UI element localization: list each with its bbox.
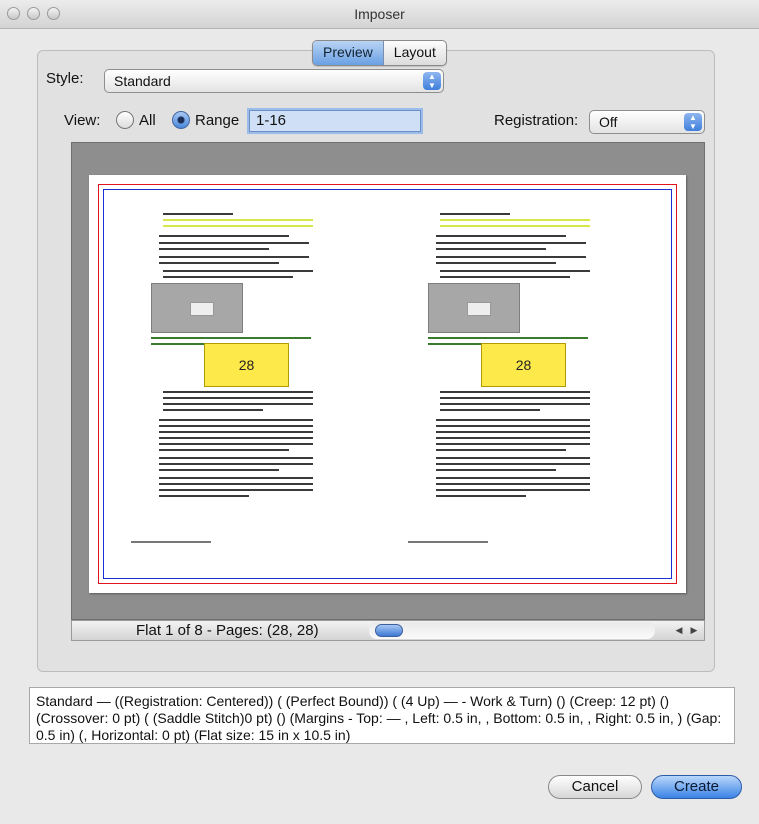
right-page-number-label: 28 [481, 343, 566, 387]
screenshot-thumbnail [428, 283, 520, 333]
registration-value: Off [599, 114, 618, 130]
view-range-label[interactable]: Range [195, 112, 239, 129]
flat-scroll-track[interactable] [369, 622, 655, 639]
preview-status-bar: Flat 1 of 8 - Pages: (28, 28) ◀ ▶ [71, 620, 705, 641]
preview-area: 28 28 [71, 142, 705, 620]
screenshot-thumbnail [151, 283, 243, 333]
registration-label: Registration: [494, 112, 579, 129]
flat-sheet-preview: 28 28 [89, 175, 686, 593]
right-page-thumbnail: 28 [396, 195, 668, 565]
cancel-button[interactable]: Cancel [548, 775, 642, 799]
range-input[interactable]: 1-16 [249, 110, 421, 132]
view-label: View: [64, 112, 101, 129]
popup-arrows-icon: ▲ ▼ [684, 113, 702, 131]
title-bar: Imposer [0, 0, 759, 29]
left-page-thumbnail: 28 [119, 195, 391, 565]
popup-arrows-icon: ▲ ▼ [423, 72, 441, 90]
view-tabs: Preview Layout [312, 40, 447, 66]
left-page-number-label: 28 [204, 343, 289, 387]
imposer-window: Imposer Preview Layout Style: Standard ▲… [0, 0, 759, 824]
view-all-label[interactable]: All [139, 112, 156, 129]
view-all-radio[interactable] [116, 111, 134, 129]
tab-preview[interactable]: Preview [313, 41, 384, 65]
scroll-left-arrow-icon[interactable]: ◀ [672, 623, 686, 637]
settings-summary: Standard — ((Registration: Centered)) ( … [29, 687, 735, 744]
style-label: Style: [46, 70, 84, 87]
tab-layout[interactable]: Layout [384, 41, 446, 65]
flat-scroll-knob[interactable] [375, 624, 403, 637]
window-title: Imposer [354, 6, 405, 22]
flat-status-text: Flat 1 of 8 - Pages: (28, 28) [136, 622, 319, 639]
scroll-right-arrow-icon[interactable]: ▶ [687, 623, 701, 637]
view-range-radio[interactable] [172, 111, 190, 129]
registration-popup[interactable]: Off ▲ ▼ [589, 110, 705, 134]
style-value: Standard [114, 73, 171, 89]
style-popup[interactable]: Standard ▲ ▼ [104, 69, 444, 93]
create-button[interactable]: Create [651, 775, 742, 799]
